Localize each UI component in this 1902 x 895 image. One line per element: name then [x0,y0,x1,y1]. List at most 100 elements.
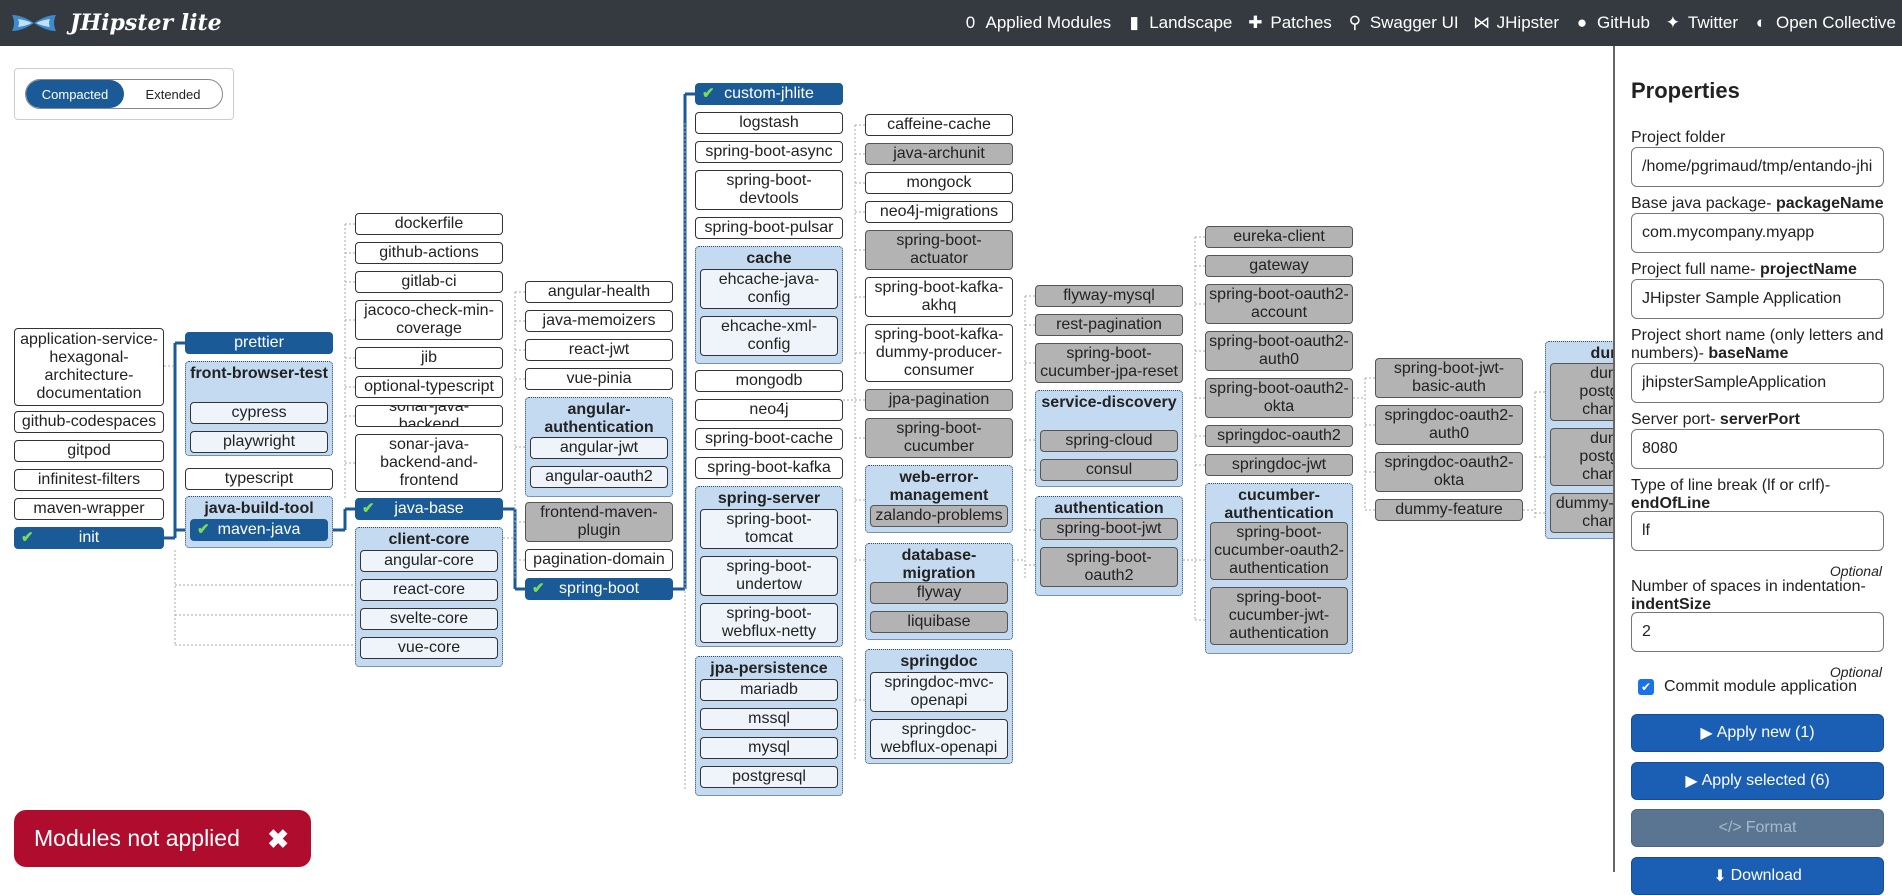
module-dockerfile[interactable]: dockerfile [355,213,503,235]
field-input-endOfLine[interactable] [1631,511,1884,551]
module-mssql[interactable]: mssql [700,708,838,730]
module-logstash[interactable]: logstash [695,112,843,134]
module-jib[interactable]: jib [355,347,503,369]
nav-github[interactable]: ● GitHub [1572,13,1650,33]
module-frontend-maven-plugin[interactable]: frontend-maven-plugin [525,502,673,542]
module-spring-boot-pulsar[interactable]: spring-boot-pulsar [695,217,843,239]
module-playwright[interactable]: playwright [190,431,328,453]
module-maven-wrapper[interactable]: maven-wrapper [14,498,164,520]
module-spring-boot-cache[interactable]: spring-boot-cache [695,428,843,450]
module-spring-boot-devtools[interactable]: spring-boot-devtools [695,170,843,210]
module-flyway[interactable]: flyway [870,582,1008,604]
format-button[interactable]: </> Format [1631,809,1884,847]
module-application-service-hexagonal-architecture-documentation[interactable]: application-service-hexagonal-architectu… [14,328,164,406]
module-spring-boot-webflux-netty[interactable]: spring-boot-webflux-netty [700,603,838,643]
nav-open-collective[interactable]: ◐ Open Collective [1751,13,1896,33]
module-spring-boot-jwt[interactable]: spring-boot-jwt [1040,518,1178,540]
module-vue-core[interactable]: vue-core [360,637,498,659]
nav-jhipster[interactable]: ⋈ JHipster [1472,13,1559,33]
module-neo4j[interactable]: neo4j [695,399,843,421]
module-consul[interactable]: consul [1040,459,1178,481]
module-gateway[interactable]: gateway [1205,255,1353,277]
module-spring-boot-cucumber-jwt-authentication[interactable]: spring-boot-cucumber-jwt-authentication [1210,587,1348,645]
module-optional-typescript[interactable]: optional-typescript [355,376,503,398]
module-java-archunit[interactable]: java-archunit [865,143,1013,165]
field-input-indentSize[interactable] [1631,612,1884,652]
module-spring-boot-oauth2[interactable]: spring-boot-oauth2 [1040,547,1178,587]
module-spring-boot-kafka[interactable]: spring-boot-kafka [695,457,843,479]
module-liquibase[interactable]: liquibase [870,611,1008,633]
module-spring-boot-oauth2-okta[interactable]: spring-boot-oauth2-okta [1205,378,1353,418]
module-ehcache-xml-config[interactable]: ehcache-xml-config [700,316,838,356]
module-angular-health[interactable]: angular-health [525,281,673,303]
nav-twitter[interactable]: ✦ Twitter [1663,13,1738,33]
module-spring-boot-oauth2-auth0[interactable]: spring-boot-oauth2-auth0 [1205,331,1353,371]
module-sonar-java-backend-and-frontend[interactable]: sonar-java-backend-and-frontend [355,434,503,492]
field-input-packageName[interactable] [1631,213,1884,253]
module-vue-pinia[interactable]: vue-pinia [525,368,673,390]
field-input-serverPort[interactable] [1631,429,1884,469]
nav-patches[interactable]: ✚ Patches [1245,13,1332,33]
module-java-base[interactable]: ✔ java-base [355,498,503,520]
close-icon[interactable]: ✖ [267,824,289,855]
landscape-canvas[interactable]: Compacted Extended application-service-h… [0,46,1613,872]
module-spring-boot-kafka-akhq[interactable]: spring-boot-kafka-akhq [865,277,1013,317]
nav-applied-modules[interactable]: 0 Applied Modules [960,13,1111,33]
module-spring-boot-tomcat[interactable]: spring-boot-tomcat [700,509,838,549]
module-typescript[interactable]: typescript [185,468,333,490]
field-input-project-folder[interactable] [1631,147,1884,187]
nav-landscape[interactable]: ▮ Landscape [1124,13,1233,33]
module-spring-boot-cucumber-jpa-reset[interactable]: spring-boot-cucumber-jpa-reset [1035,343,1183,383]
module-gitlab-ci[interactable]: gitlab-ci [355,271,503,293]
module-springdoc-oauth2-okta[interactable]: springdoc-oauth2-okta [1375,452,1523,492]
module-spring-boot-actuator[interactable]: spring-boot-actuator [865,230,1013,270]
module-angular-oauth2[interactable]: angular-oauth2 [530,466,668,488]
module-react-core[interactable]: react-core [360,579,498,601]
module-prettier[interactable]: prettier [185,332,333,354]
field-input-baseName[interactable] [1631,363,1884,403]
module-maven-java[interactable]: ✔ maven-java [190,519,328,541]
module-mongodb[interactable]: mongodb [695,370,843,392]
module-jpa-pagination[interactable]: jpa-pagination [865,389,1013,411]
module-svelte-core[interactable]: svelte-core [360,608,498,630]
module-zalando-problems[interactable]: zalando-problems [870,505,1008,527]
module-react-jwt[interactable]: react-jwt [525,339,673,361]
module-java-memoizers[interactable]: java-memoizers [525,310,673,332]
module-springdoc-jwt[interactable]: springdoc-jwt [1205,454,1353,476]
module-spring-boot[interactable]: ✔ spring-boot [525,578,673,600]
module-rest-pagination[interactable]: rest-pagination [1035,314,1183,336]
module-spring-boot-jwt-basic-auth[interactable]: spring-boot-jwt-basic-auth [1375,358,1523,398]
module-ehcache-java-config[interactable]: ehcache-java-config [700,269,838,309]
module-dummy-postgresql-changelog[interactable]: dummy-postgresql-changelog [1550,363,1613,421]
module-sonar-java-backend[interactable]: sonar-java-backend [355,405,503,427]
module-github-actions[interactable]: github-actions [355,242,503,264]
module-cypress[interactable]: cypress [190,402,328,424]
module-mysql[interactable]: mysql [700,737,838,759]
module-infinitest-filters[interactable]: infinitest-filters [14,469,164,491]
brand[interactable]: JHipster lite [10,10,222,36]
module-neo4j-migrations[interactable]: neo4j-migrations [865,201,1013,223]
module-dummy-postgresql-changelog[interactable]: dummy-postgresql-changelog [1550,428,1613,486]
module-mariadb[interactable]: mariadb [700,679,838,701]
module-caffeine-cache[interactable]: caffeine-cache [865,114,1013,136]
module-spring-boot-cucumber[interactable]: spring-boot-cucumber [865,418,1013,458]
module-springdoc-oauth2[interactable]: springdoc-oauth2 [1205,425,1353,447]
module-springdoc-webflux-openapi[interactable]: springdoc-webflux-openapi [870,719,1008,759]
checkbox-checked-icon[interactable]: ✔ [1638,679,1654,695]
module-angular-jwt[interactable]: angular-jwt [530,437,668,459]
module-postgresql[interactable]: postgresql [700,766,838,788]
nav-swagger-ui[interactable]: ⚲ Swagger UI [1345,13,1459,33]
module-angular-core[interactable]: angular-core [360,550,498,572]
module-spring-boot-undertow[interactable]: spring-boot-undertow [700,556,838,596]
apply-new-button[interactable]: ▶ Apply new (1) [1631,714,1884,752]
module-spring-boot-kafka-dummy-producer-consumer[interactable]: spring-boot-kafka-dummy-producer-consume… [865,324,1013,382]
module-init[interactable]: ✔ init [14,527,164,549]
commit-module-checkbox[interactable]: ✔ Commit module application [1631,678,1857,696]
module-jacoco-check-min-coverage[interactable]: jacoco-check-min-coverage [355,300,503,340]
module-spring-cloud[interactable]: spring-cloud [1040,430,1178,452]
module-mongock[interactable]: mongock [865,172,1013,194]
download-button[interactable]: ⬇ Download [1631,857,1884,895]
module-spring-boot-cucumber-oauth2-authentication[interactable]: spring-boot-cucumber-oauth2-authenticati… [1210,522,1348,580]
module-eureka-client[interactable]: eureka-client [1205,226,1353,248]
module-spring-boot-oauth2-account[interactable]: spring-boot-oauth2-account [1205,284,1353,324]
